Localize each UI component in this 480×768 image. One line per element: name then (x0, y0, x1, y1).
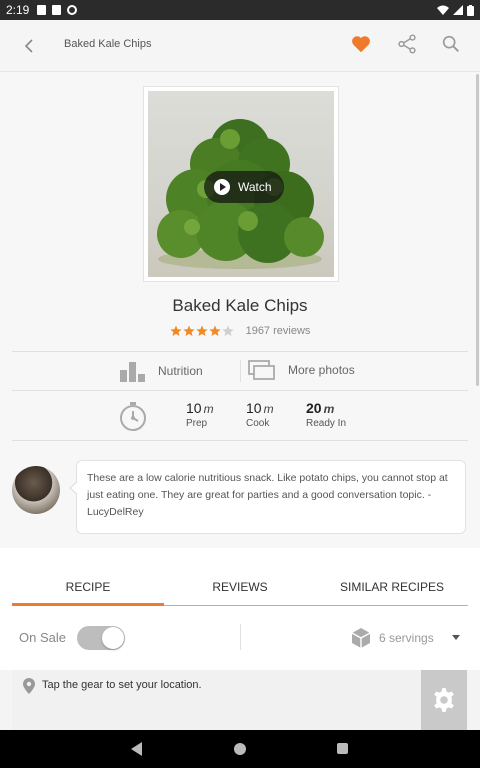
chevron-down-icon[interactable] (452, 635, 460, 640)
cook-time-unit: m (263, 402, 274, 416)
more-photos-button[interactable]: More photos (248, 360, 355, 380)
options-row: On Sale 6 servings (0, 618, 480, 656)
cook-time-label: Cook (246, 418, 270, 429)
divider (12, 440, 468, 441)
watch-video-button[interactable]: Watch (204, 171, 284, 203)
tab-recipe[interactable]: RECIPE (12, 568, 164, 606)
nav-home-icon[interactable] (234, 743, 246, 755)
divider (240, 624, 241, 650)
divider (12, 390, 468, 391)
heart-icon[interactable] (350, 33, 372, 55)
tab-similar-recipes[interactable]: SIMILAR RECIPES (316, 568, 468, 605)
notification-icon (37, 5, 47, 15)
toggle-knob (102, 627, 124, 649)
share-icon[interactable] (396, 33, 418, 55)
status-time: 2:19 (6, 3, 30, 17)
clock-icon (120, 402, 146, 431)
time-row: 10 m Prep 10 m Cook 20 m Ready In (0, 392, 480, 440)
ready-time-label: Ready In (306, 418, 347, 429)
recipe-tabs-section: RECIPE REVIEWS SIMILAR RECIPES On Sale 6… (0, 548, 480, 670)
prep-time-label: Prep (186, 418, 208, 429)
status-bar: 2:19 (0, 0, 480, 20)
system-navigation-bar (0, 730, 480, 768)
reviews-count: 1967 reviews (245, 325, 311, 337)
back-arrow-icon[interactable] (18, 34, 42, 58)
recipe-title: Baked Kale Chips (172, 296, 308, 315)
tab-reviews[interactable]: REVIEWS (164, 568, 316, 605)
bar-chart-icon (120, 362, 145, 382)
wifi-icon (437, 5, 449, 15)
top-app-bar: Baked Kale Chips (0, 20, 480, 72)
sd-card-icon (52, 5, 62, 15)
servings-icon (351, 628, 371, 648)
location-message: Tap the gear to set your location. (42, 679, 202, 691)
nav-back-icon[interactable] (131, 742, 142, 756)
ready-time-value: 20 (306, 400, 322, 416)
more-photos-label: More photos (288, 363, 355, 377)
avatar[interactable] (12, 466, 60, 514)
location-pin-icon (23, 678, 35, 694)
search-icon[interactable] (440, 33, 462, 55)
watch-label: Watch (238, 180, 272, 194)
signal-icon (453, 5, 463, 15)
battery-icon (467, 4, 474, 16)
prep-time-value: 10 (186, 400, 202, 416)
on-sale-toggle[interactable] (77, 626, 125, 650)
location-panel: Tap the gear to set your location. (12, 670, 468, 730)
recipe-description: These are a low calorie nutritious snack… (69, 460, 466, 534)
recipe-header-section: Watch Baked Kale Chips 1967 reviews Nutr… (0, 72, 480, 548)
ready-in-time: 20 m Ready In (306, 400, 346, 429)
cook-time-value: 10 (246, 400, 262, 416)
divider (240, 360, 241, 382)
recipe-photo: Watch (148, 91, 334, 277)
photos-icon (248, 360, 275, 380)
cook-time: 10 m Cook (246, 400, 274, 429)
prep-time: 10 m Prep (186, 400, 214, 429)
nutrition-button[interactable]: Nutrition (120, 360, 203, 382)
prep-time-unit: m (203, 402, 214, 416)
gear-icon (434, 688, 454, 712)
page-title: Baked Kale Chips (64, 38, 152, 50)
nutrition-label: Nutrition (158, 364, 203, 378)
star-rating-icon (169, 325, 234, 336)
ready-time-unit: m (323, 402, 335, 416)
info-row: Nutrition More photos (0, 352, 480, 390)
recipe-photo-frame[interactable]: Watch (143, 86, 339, 282)
sync-icon (67, 5, 78, 15)
servings-select[interactable]: 6 servings (379, 631, 434, 645)
set-location-button[interactable] (421, 670, 467, 730)
scrollbar[interactable] (476, 74, 479, 386)
rating-row[interactable]: 1967 reviews (0, 325, 480, 337)
tab-bar: RECIPE REVIEWS SIMILAR RECIPES (12, 568, 468, 606)
play-icon (214, 179, 230, 195)
nav-recents-icon[interactable] (337, 743, 348, 754)
on-sale-label: On Sale (19, 630, 66, 645)
